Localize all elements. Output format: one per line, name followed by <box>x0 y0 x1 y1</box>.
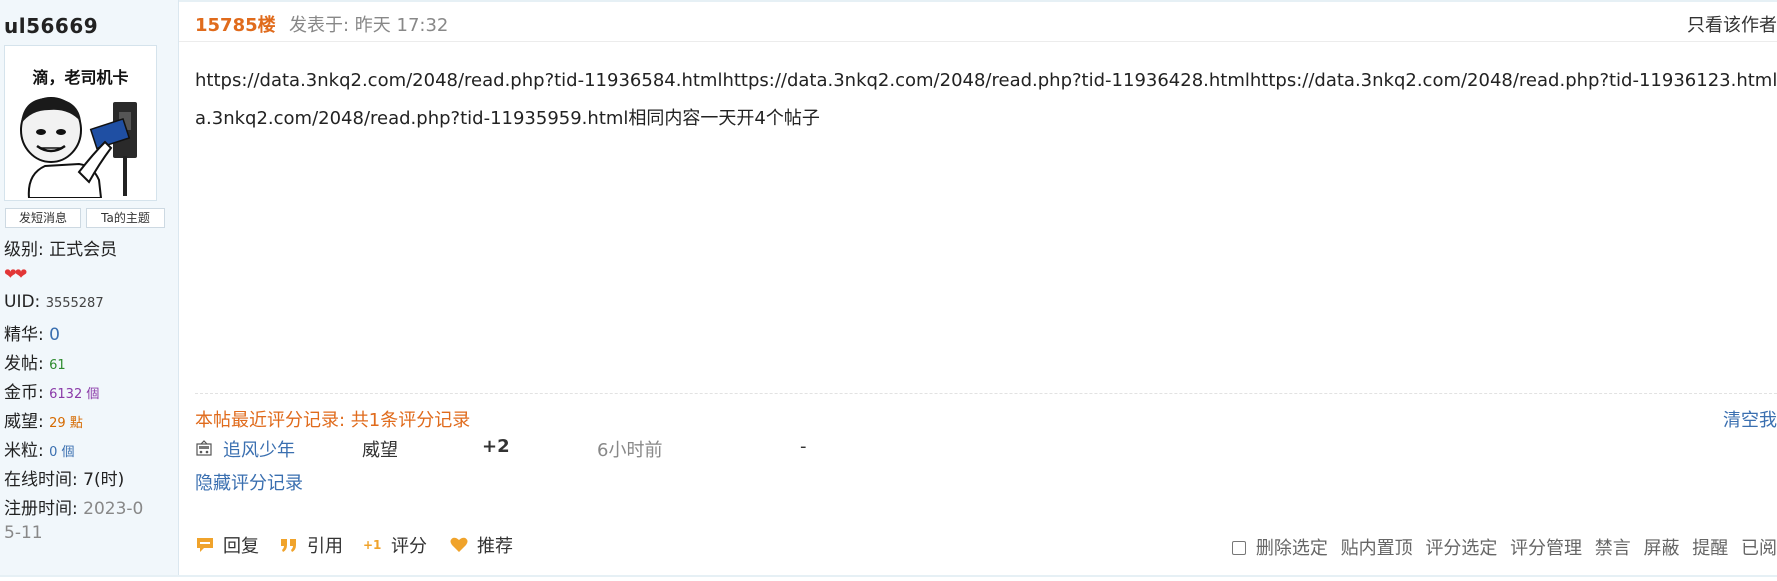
posts-value: 61 <box>49 358 66 373</box>
rate-plus-one-icon: +1 <box>363 538 381 552</box>
uid-value: 3555287 <box>45 296 104 311</box>
user-level: 级别: 正式会员 <box>4 235 117 260</box>
post-content-line-2: a.3nkq2.com/2048/read.php?tid-11935959.h… <box>195 108 820 129</box>
level-value: 正式会员 <box>49 240 118 260</box>
delete-selected-link[interactable]: 删除选定 <box>1256 538 1328 559</box>
post-header: 15785楼 发表于: 昨天 17:32 只看该作者 <box>179 0 1777 42</box>
quote-button[interactable]: 引用 <box>279 532 343 558</box>
floor-number[interactable]: 15785楼 <box>195 11 276 37</box>
rice-label: 米粒: <box>4 441 44 461</box>
rating-divider <box>195 393 1777 394</box>
essence-label: 精华: <box>4 325 44 345</box>
username[interactable]: ul56669 <box>4 14 98 38</box>
rate-label: 评分 <box>391 536 427 557</box>
post-body: 15785楼 发表于: 昨天 17:32 只看该作者 https://data.… <box>179 0 1777 575</box>
user-prestige: 威望: 29 點 <box>4 407 83 432</box>
rate-button[interactable]: +1 评分 <box>363 532 427 558</box>
register-value-part2: 5-11 <box>4 523 43 543</box>
their-topics-button[interactable]: Ta的主题 <box>86 208 165 228</box>
send-message-button[interactable]: 发短消息 <box>5 208 81 228</box>
rate-selected-link[interactable]: 评分选定 <box>1425 538 1497 559</box>
post-content: https://data.3nkq2.com/2048/read.php?tid… <box>195 62 1777 138</box>
register-label: 注册时间: <box>4 499 78 519</box>
forum-post: ul56669 滴，老司机卡 发短消息 Ta的主题 级别: 正式会员 ❤❤ UI… <box>0 0 1777 577</box>
online-value: 7(时) <box>83 470 125 490</box>
user-online-time: 在线时间: 7(时) <box>4 465 124 490</box>
only-author-link[interactable]: 只看该作者 <box>1687 11 1777 37</box>
rating-user-avatar-icon <box>196 440 212 456</box>
essence-value: 0 <box>49 325 60 345</box>
user-register-date: 注册时间: 2023-0 <box>4 494 143 519</box>
mark-read-link[interactable]: 已阅 <box>1741 538 1777 559</box>
user-essence: 精华: 0 <box>4 320 60 345</box>
user-posts: 发帖: 61 <box>4 349 66 374</box>
rating-points: +2 <box>482 436 510 457</box>
prestige-value: 29 點 <box>49 416 83 431</box>
prestige-label: 威望: <box>4 412 44 432</box>
pin-in-thread-link[interactable]: 贴内置顶 <box>1341 538 1413 559</box>
online-label: 在线时间: <box>4 470 78 490</box>
rating-management-link[interactable]: 评分管理 <box>1510 538 1582 559</box>
gold-value: 6132 個 <box>49 387 100 402</box>
heart-icon <box>450 537 468 552</box>
rating-reason: - <box>800 436 807 457</box>
rating-title: 本帖最近评分记录: 共1条评分记录 <box>195 410 471 431</box>
svg-text:+1: +1 <box>363 538 381 552</box>
gold-label: 金币: <box>4 383 44 403</box>
avatar-meme-image <box>20 97 137 198</box>
level-hearts-icon: ❤❤ <box>4 265 27 283</box>
avatar-caption: 滴，老司机卡 <box>32 68 129 87</box>
level-label: 级别: <box>4 240 44 260</box>
recommend-label: 推荐 <box>477 536 513 557</box>
clear-my-rating-link[interactable]: 清空我 <box>1723 406 1777 432</box>
rating-user[interactable]: 追风少年 <box>223 436 295 462</box>
ban-link[interactable]: 禁言 <box>1595 538 1631 559</box>
avatar: 滴，老司机卡 <box>4 45 157 201</box>
register-value-part1: 2023-0 <box>83 499 144 519</box>
recommend-button[interactable]: 推荐 <box>449 532 513 558</box>
admin-tools: 删除选定 贴内置顶 评分选定 评分管理 禁言 屏蔽 提醒 已阅 <box>1231 534 1777 560</box>
rice-value: 0 個 <box>49 445 75 460</box>
reply-icon <box>197 538 213 552</box>
user-gold: 金币: 6132 個 <box>4 378 99 403</box>
select-checkbox[interactable] <box>1231 541 1246 555</box>
post-content-line-1: https://data.3nkq2.com/2048/read.php?tid… <box>195 70 1777 91</box>
user-uid: UID: 3555287 <box>4 292 104 312</box>
reply-label: 回复 <box>223 536 259 557</box>
rating-category: 威望 <box>362 440 398 461</box>
posts-label: 发帖: <box>4 354 44 374</box>
user-panel: ul56669 滴，老司机卡 发短消息 Ta的主题 级别: 正式会员 ❤❤ UI… <box>0 0 179 575</box>
rating-time: 6小时前 <box>597 440 663 461</box>
block-link[interactable]: 屏蔽 <box>1644 538 1680 559</box>
uid-label: UID: <box>4 292 41 312</box>
user-rice: 米粒: 0 個 <box>4 436 75 461</box>
hide-rating-link[interactable]: 隐藏评分记录 <box>195 469 303 495</box>
posted-time: 发表于: 昨天 17:32 <box>289 15 449 36</box>
quote-icon <box>281 539 296 552</box>
remind-link[interactable]: 提醒 <box>1692 538 1728 559</box>
quote-label: 引用 <box>307 536 343 557</box>
reply-button[interactable]: 回复 <box>195 532 259 558</box>
